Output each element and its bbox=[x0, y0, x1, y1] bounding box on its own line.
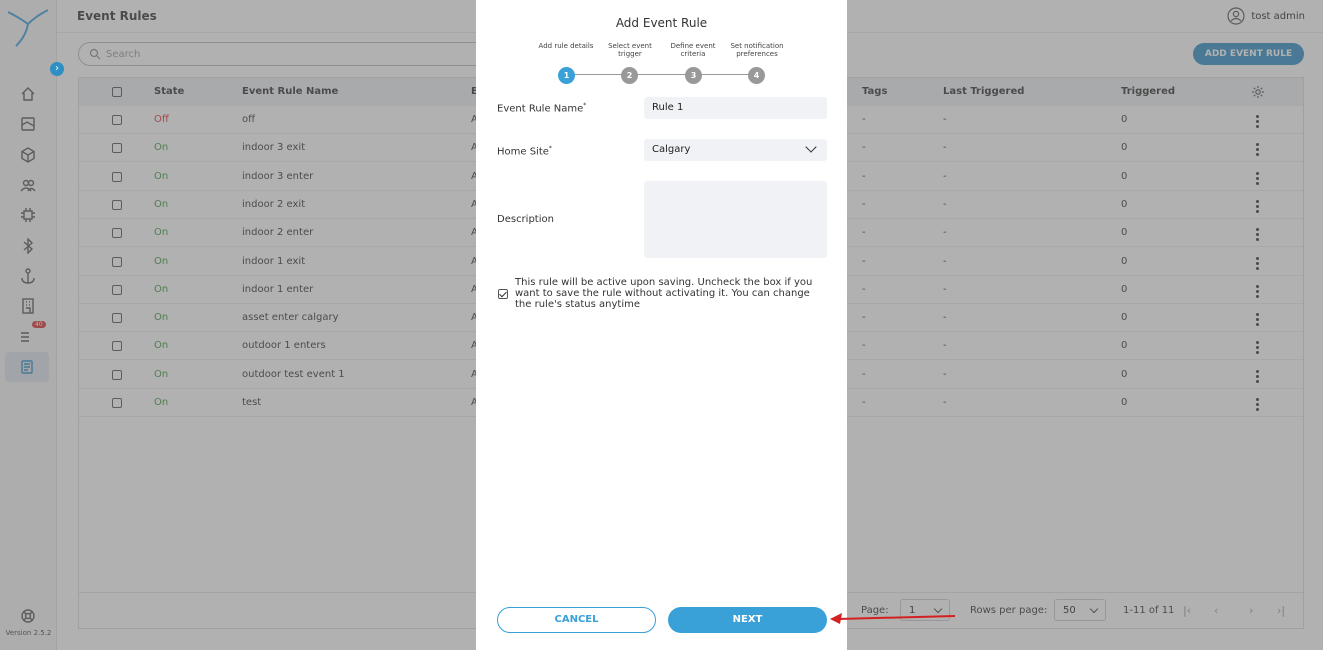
next-button[interactable]: NEXT bbox=[668, 607, 827, 633]
home-site-label: Home Site* bbox=[497, 145, 552, 158]
add-event-rule-dialog: Add Event Rule Add rule details Select e… bbox=[476, 0, 847, 650]
rule-name-input[interactable]: Rule 1 bbox=[644, 97, 827, 119]
rule-name-label: Event Rule Name* bbox=[497, 102, 587, 115]
activate-rule-text: This rule will be active upon saving. Un… bbox=[515, 277, 813, 310]
home-site-select[interactable]: Calgary bbox=[644, 139, 827, 161]
description-label: Description bbox=[497, 214, 554, 225]
annotation-arrow-icon bbox=[830, 613, 956, 624]
step-4-dot[interactable]: 4 bbox=[748, 67, 765, 84]
step-4-label: Set notification preferences bbox=[730, 42, 784, 58]
description-textarea[interactable] bbox=[644, 181, 827, 258]
step-2-dot[interactable]: 2 bbox=[621, 67, 638, 84]
dialog-title: Add Event Rule bbox=[615, 16, 708, 30]
step-3-label: Define event criteria bbox=[670, 42, 716, 58]
stepper-line bbox=[566, 74, 756, 75]
step-3-dot[interactable]: 3 bbox=[685, 67, 702, 84]
step-1-label: Add rule details bbox=[538, 42, 594, 50]
step-2-label: Select event trigger bbox=[608, 42, 652, 58]
step-1-dot[interactable]: 1 bbox=[558, 67, 575, 84]
activate-rule-checkbox[interactable] bbox=[498, 289, 508, 299]
expand-sidebar-button[interactable]: › bbox=[50, 62, 64, 76]
cancel-button[interactable]: CANCEL bbox=[497, 607, 656, 633]
